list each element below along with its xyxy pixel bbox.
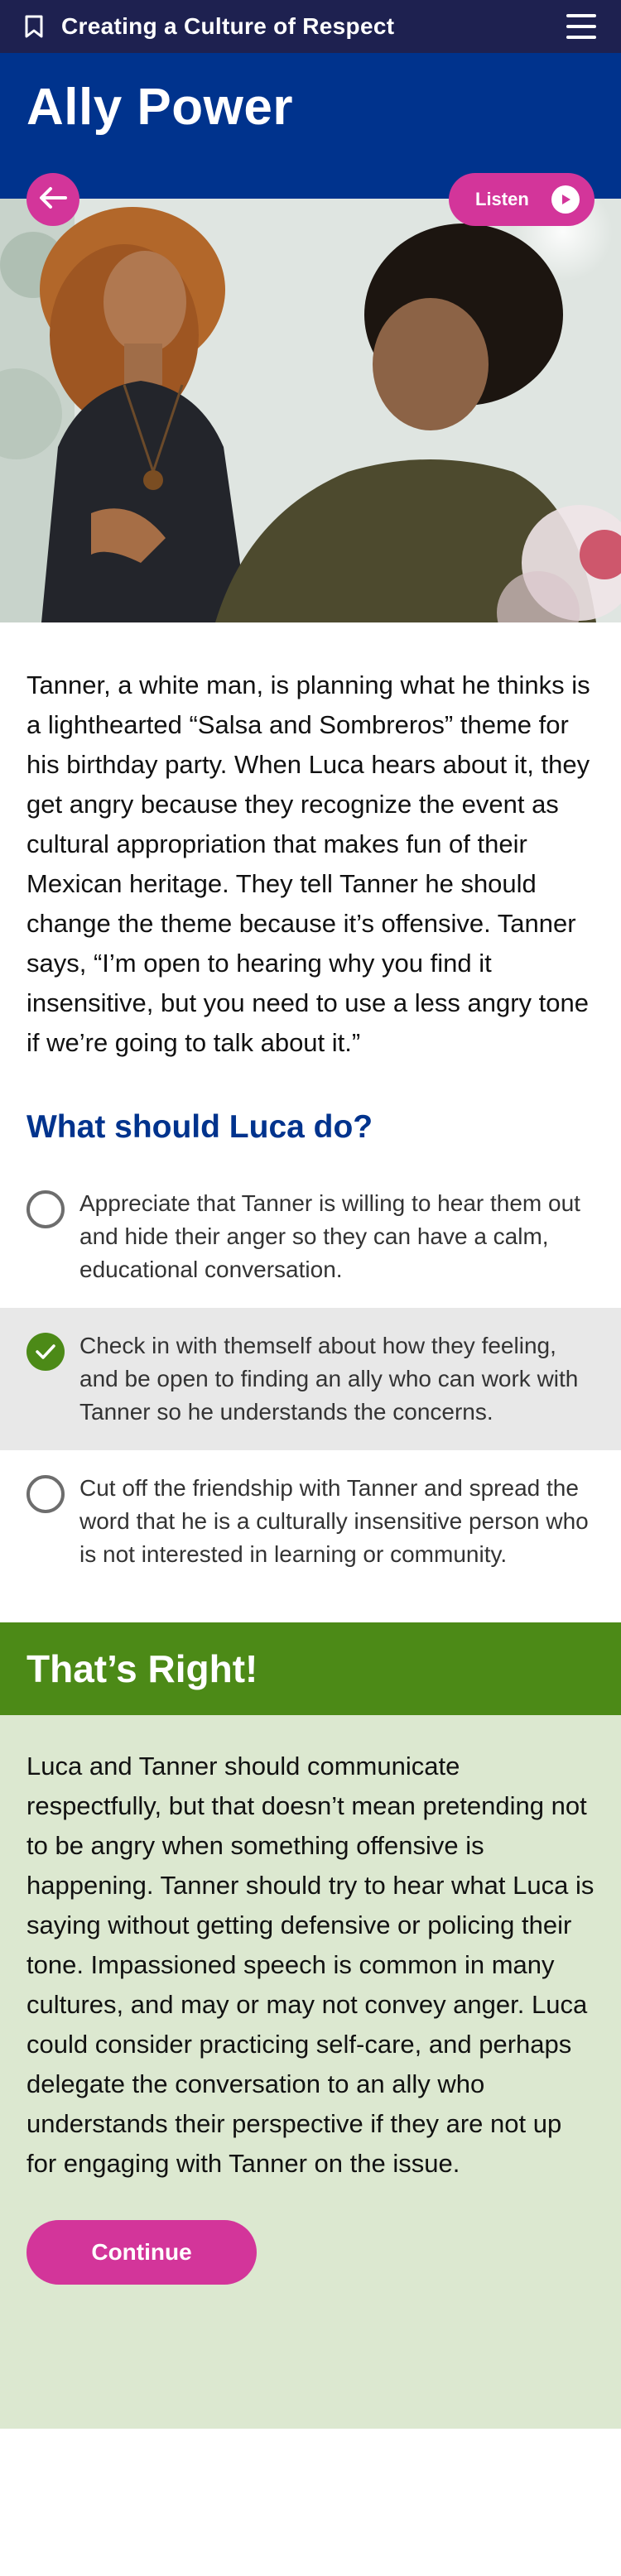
radio-unchecked-icon[interactable] <box>26 1475 65 1513</box>
answer-options: Appreciate that Tanner is willing to hea… <box>0 1165 621 1593</box>
question-title: What should Luca do? <box>26 1109 373 1145</box>
play-icon <box>551 185 580 214</box>
feedback-banner: That’s Right! <box>0 1622 621 1715</box>
hero-photo <box>0 199 621 622</box>
page-title: Ally Power <box>26 79 293 136</box>
hamburger-menu-icon[interactable] <box>566 14 596 39</box>
radio-unchecked-icon[interactable] <box>26 1190 65 1228</box>
answer-option-label: Cut off the friendship with Tanner and s… <box>79 1475 589 1567</box>
arrow-left-icon <box>39 186 67 213</box>
back-button[interactable] <box>26 173 79 226</box>
check-circle-icon[interactable] <box>26 1333 65 1371</box>
page-header: Ally Power Listen <box>0 53 621 226</box>
app-title: Creating a Culture of Respect <box>61 13 395 39</box>
answer-option-2[interactable]: Check in with themself about how they fe… <box>0 1308 621 1450</box>
feedback-text: Luca and Tanner should communicate respe… <box>26 1752 595 2178</box>
feedback-panel: That’s Right! Luca and Tanner should com… <box>0 1622 621 2429</box>
feedback-body: Luca and Tanner should communicate respe… <box>0 1715 621 2429</box>
answer-option-label: Check in with themself about how they fe… <box>79 1333 579 1425</box>
feedback-title: That’s Right! <box>26 1647 258 1690</box>
continue-button[interactable]: Continue <box>26 2220 257 2285</box>
listen-label: Listen <box>475 189 529 209</box>
answer-option-3[interactable]: Cut off the friendship with Tanner and s… <box>0 1450 621 1593</box>
bookmark-icon[interactable] <box>25 14 48 39</box>
listen-button[interactable]: Listen <box>449 173 595 226</box>
top-app-bar: Creating a Culture of Respect <box>0 0 621 53</box>
answer-option-1[interactable]: Appreciate that Tanner is willing to hea… <box>0 1165 621 1308</box>
scenario-text: Tanner, a white man, is planning what he… <box>26 670 590 1057</box>
answer-option-label: Appreciate that Tanner is willing to hea… <box>79 1190 580 1282</box>
